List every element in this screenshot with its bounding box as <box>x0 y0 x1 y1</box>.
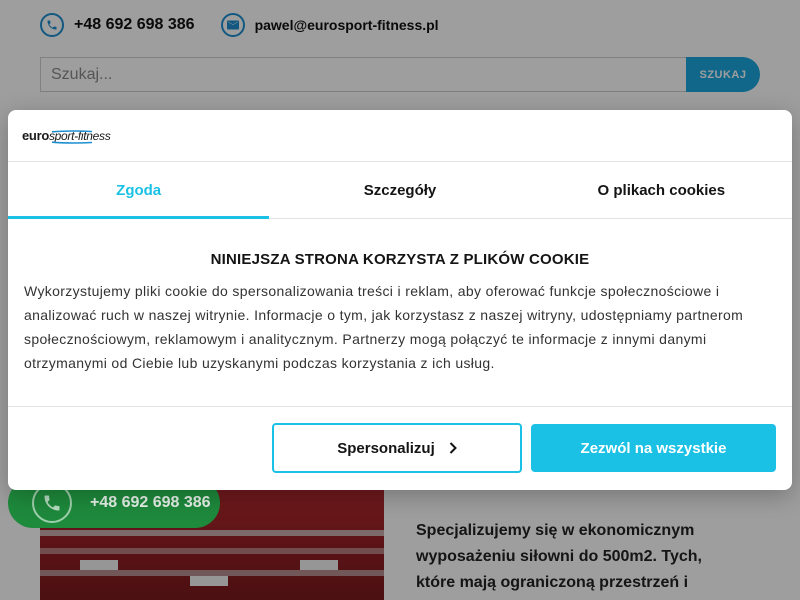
floating-phone-number: +48 692 698 386 <box>90 494 211 511</box>
dialog-footer: Spersonalizuj Zezwól na wszystkie <box>8 407 792 489</box>
personalize-button-label: Spersonalizuj <box>337 439 435 457</box>
tab-szczegoly[interactable]: Szczegóły <box>269 162 530 218</box>
dialog-title: NINIEJSZA STRONA KORZYSTA Z PLIKÓW COOKI… <box>210 251 590 268</box>
chevron-right-icon <box>449 442 457 454</box>
personalize-button[interactable]: Spersonalizuj <box>272 423 522 473</box>
eurosport-fitness-logo: eurosport-fitness <box>22 126 111 146</box>
cookie-consent-dialog: eurosport-fitness Zgoda Szczegóły O plik… <box>8 110 792 490</box>
dialog-body: NINIEJSZA STRONA KORZYSTA Z PLIKÓW COOKI… <box>8 219 792 407</box>
allow-all-button[interactable]: Zezwól na wszystkie <box>531 424 776 472</box>
tab-o-plikach-cookies[interactable]: O plikach cookies <box>531 162 792 218</box>
tab-zgoda[interactable]: Zgoda <box>8 162 270 219</box>
dialog-tabs: Zgoda Szczegóły O plikach cookies <box>8 162 792 219</box>
dialog-description: Wykorzystujemy pliki cookie do spersonal… <box>24 283 744 371</box>
dialog-header: eurosport-fitness <box>8 110 792 162</box>
logo-swoosh-icon <box>52 129 93 144</box>
